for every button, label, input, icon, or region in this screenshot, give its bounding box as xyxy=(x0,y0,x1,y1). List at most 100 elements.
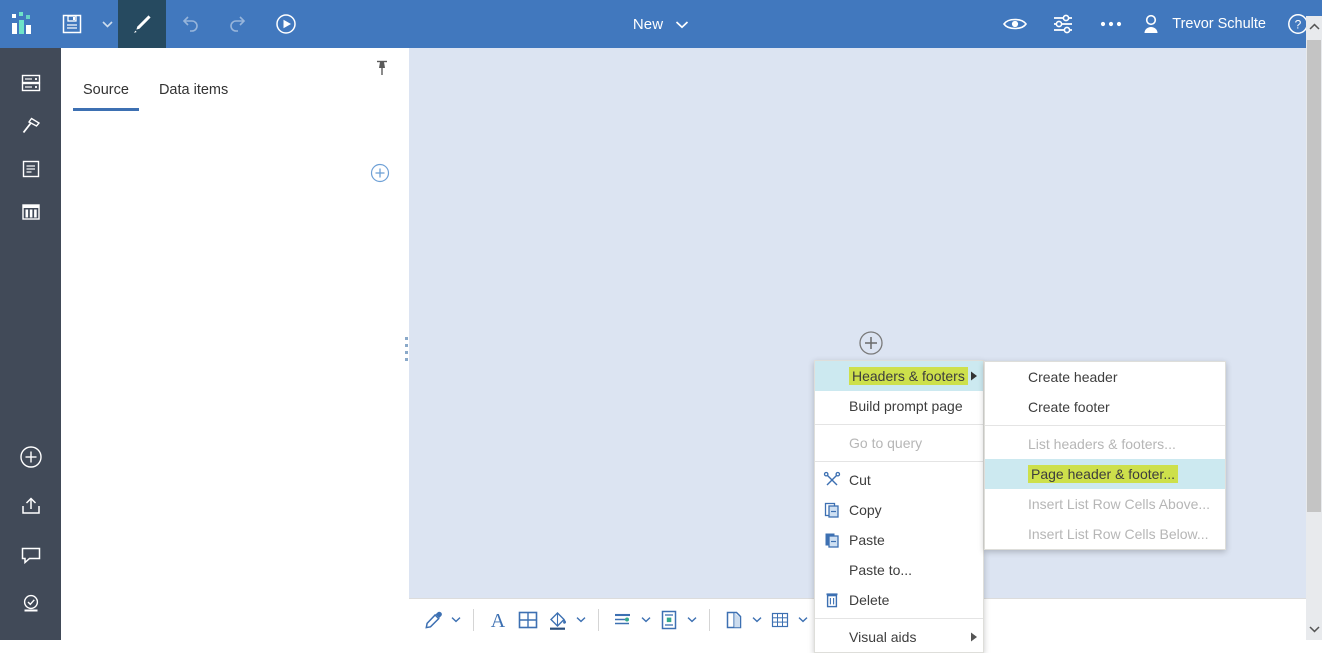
tab-data-items[interactable]: Data items xyxy=(149,74,238,111)
menu-item-headers-footers[interactable]: Headers & footers xyxy=(815,361,983,391)
rail-bottom-group xyxy=(0,432,61,628)
menu-item-go-to-query-label: Go to query xyxy=(849,435,923,451)
redo-icon[interactable] xyxy=(214,0,262,48)
submenu-item-page-header-footer[interactable]: Page header & footer... xyxy=(985,459,1225,489)
svg-text:?: ? xyxy=(1295,18,1302,32)
user-menu[interactable]: Trevor Schulte xyxy=(1135,0,1274,48)
submenu-item-create-header-label: Create header xyxy=(1028,369,1118,385)
menu-item-visual-aids-label: Visual aids xyxy=(849,629,917,645)
sidebar-item-queries[interactable] xyxy=(0,190,61,233)
menu-item-copy[interactable]: Copy xyxy=(815,495,983,525)
canvas-add-object-button[interactable] xyxy=(857,329,885,357)
menu-item-go-to-query: Go to query xyxy=(815,428,983,458)
sidebar-item-sources[interactable] xyxy=(0,61,61,104)
sliders-icon[interactable] xyxy=(1039,0,1087,48)
tab-source[interactable]: Source xyxy=(73,74,139,111)
undo-icon[interactable] xyxy=(166,0,214,48)
chevron-down-icon[interactable] xyxy=(96,0,118,48)
chevron-down-icon xyxy=(1308,626,1320,633)
chevron-down-icon[interactable] xyxy=(638,605,654,635)
menu-item-cut-label: Cut xyxy=(849,472,871,488)
sidebar-item-validate[interactable] xyxy=(0,579,61,628)
table-columns-icon xyxy=(21,203,40,220)
user-avatar-icon xyxy=(1139,12,1163,36)
validate-check-icon xyxy=(23,594,38,611)
toolbar-separator xyxy=(709,608,710,631)
sidebar-item-add[interactable] xyxy=(0,432,61,481)
menu-item-delete[interactable]: Delete xyxy=(815,585,983,615)
chevron-down-icon[interactable] xyxy=(684,605,700,635)
submenu-item-insert-list-row-cells-below-label: Insert List Row Cells Below... xyxy=(1028,526,1209,542)
scrollbar-thumb[interactable] xyxy=(1307,40,1321,512)
chevron-down-icon[interactable] xyxy=(749,605,765,635)
scroll-down-button[interactable] xyxy=(1306,618,1322,640)
chevron-down-icon[interactable] xyxy=(675,20,689,29)
menu-item-cut[interactable]: Cut xyxy=(815,465,983,495)
chevron-right-icon xyxy=(971,371,977,381)
table-border-icon xyxy=(518,611,538,628)
menu-separator xyxy=(985,425,1225,426)
font-tool[interactable]: A xyxy=(483,605,513,635)
left-rail xyxy=(0,48,61,640)
new-report-dropdown[interactable]: New xyxy=(633,16,689,33)
save-icon[interactable] xyxy=(48,0,96,48)
app-header: New Trevor Schulte ? xyxy=(0,0,1322,48)
submenu-item-page-header-footer-label: Page header & footer... xyxy=(1028,465,1178,483)
menu-item-paste[interactable]: Paste xyxy=(815,525,983,555)
chevron-down-icon[interactable] xyxy=(795,605,811,635)
horizontal-align-tool[interactable] xyxy=(608,605,638,635)
vertical-align-icon xyxy=(661,610,677,629)
menu-item-paste-to[interactable]: Paste to... xyxy=(815,555,983,585)
submenu-item-insert-list-row-cells-above: Insert List Row Cells Above... xyxy=(985,489,1225,519)
grid-table-icon xyxy=(771,612,789,627)
submenu-item-list-headers-footers-label: List headers & footers... xyxy=(1028,436,1176,452)
scroll-up-button[interactable] xyxy=(1306,16,1322,38)
splitter-grip xyxy=(405,337,408,365)
menu-separator xyxy=(815,424,983,425)
chevron-down-icon[interactable] xyxy=(448,605,464,635)
vertical-scrollbar[interactable] xyxy=(1306,16,1322,640)
eyedropper-tool[interactable] xyxy=(418,605,448,635)
sidebar-item-pages[interactable] xyxy=(0,147,61,190)
pin-icon[interactable] xyxy=(370,56,394,80)
submenu-item-list-headers-footers: List headers & footers... xyxy=(985,429,1225,459)
insert-page-tool[interactable] xyxy=(719,605,749,635)
tab-data-items-label: Data items xyxy=(158,82,229,98)
header-right-actions: Trevor Schulte ? xyxy=(991,0,1322,48)
submenu-item-create-header[interactable]: Create header xyxy=(985,362,1225,392)
svg-text:A: A xyxy=(491,610,506,631)
menu-item-visual-aids[interactable]: Visual aids xyxy=(815,622,983,652)
copy-icon xyxy=(815,501,849,519)
insert-table-tool[interactable] xyxy=(765,605,795,635)
pencil-icon[interactable] xyxy=(118,0,166,48)
headers-footers-submenu: Create header Create footer List headers… xyxy=(984,361,1226,550)
tab-source-label: Source xyxy=(83,82,129,98)
sidebar-item-upload[interactable] xyxy=(0,481,61,530)
fill-color-tool[interactable] xyxy=(543,605,573,635)
eye-icon[interactable] xyxy=(991,0,1039,48)
menu-item-build-prompt-page[interactable]: Build prompt page xyxy=(815,391,983,421)
more-horizontal-icon[interactable] xyxy=(1087,0,1135,48)
plus-circle-outline-icon xyxy=(859,331,883,355)
scissors-icon xyxy=(815,471,849,489)
menu-separator xyxy=(815,618,983,619)
submenu-item-create-footer[interactable]: Create footer xyxy=(985,392,1225,422)
insert-page-icon xyxy=(726,611,742,628)
sidebar-item-comments[interactable] xyxy=(0,530,61,579)
cognos-logo-icon[interactable] xyxy=(0,0,48,48)
add-source-button[interactable] xyxy=(369,162,393,186)
paste-icon xyxy=(815,531,849,549)
toolbar-separator xyxy=(473,608,474,631)
panel-tabs: Source Data items xyxy=(73,74,238,111)
menu-item-paste-to-label: Paste to... xyxy=(849,562,913,578)
menu-item-headers-footers-label: Headers & footers xyxy=(849,367,968,385)
chevron-down-icon[interactable] xyxy=(573,605,589,635)
submenu-item-create-footer-label: Create footer xyxy=(1028,399,1110,415)
vertical-align-tool[interactable] xyxy=(654,605,684,635)
play-circle-icon[interactable] xyxy=(262,0,310,48)
menu-item-delete-label: Delete xyxy=(849,592,890,608)
rail-top-group xyxy=(0,61,61,233)
user-name: Trevor Schulte xyxy=(1172,16,1266,32)
border-tool[interactable] xyxy=(513,605,543,635)
sidebar-item-toolbox[interactable] xyxy=(0,104,61,147)
